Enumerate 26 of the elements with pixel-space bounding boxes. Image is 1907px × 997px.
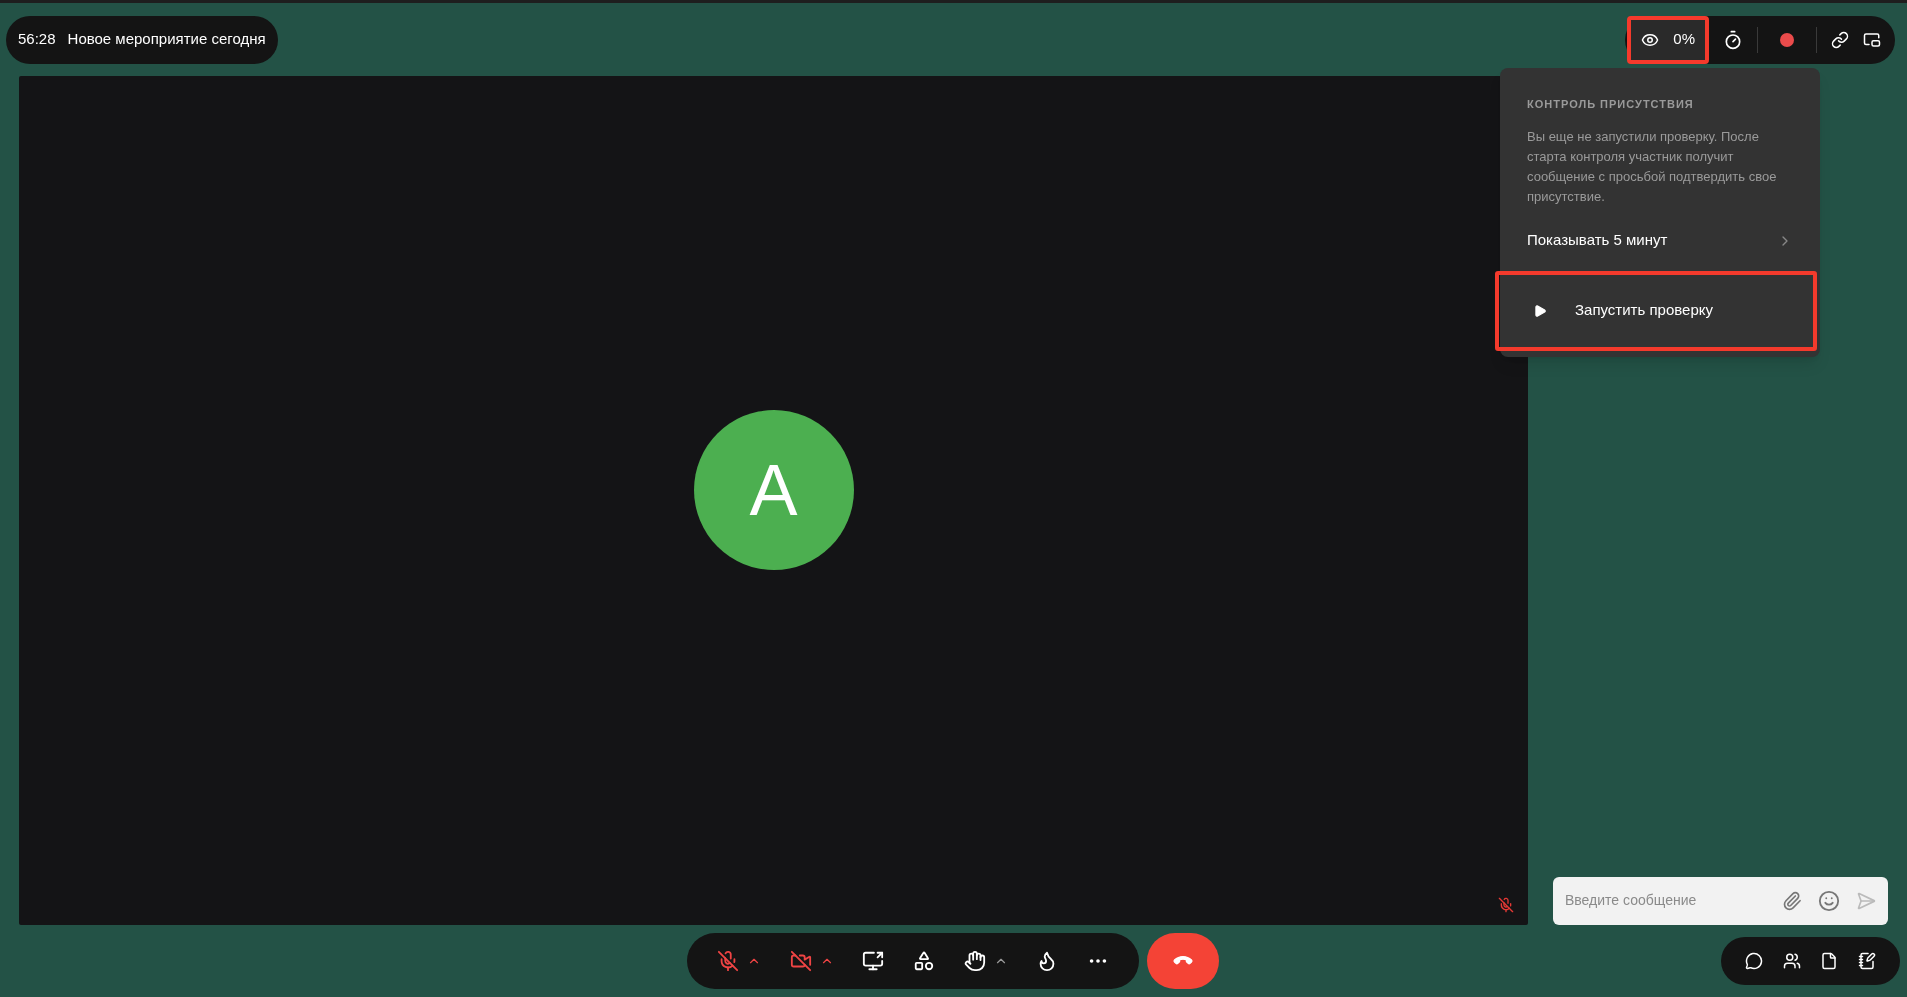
camera-off-icon[interactable] [789,949,812,972]
file-icon[interactable] [1820,951,1839,970]
chat-icon[interactable] [1744,951,1763,970]
play-icon [1533,303,1547,318]
shapes-icon[interactable] [912,949,935,972]
presence-button[interactable]: 0% [1627,15,1709,64]
mic-off-icon[interactable] [717,949,740,972]
message-bar[interactable]: Введите сообщение [1553,876,1888,925]
meeting-timer: 56:28 [18,29,56,50]
picture-in-picture-icon[interactable] [1863,30,1881,49]
emoji-icon[interactable] [1818,889,1840,912]
popover-description: Вы еще не запустили проверку. После старта контроля участник получит сообщение с просьбой подтвердить свое присутствие. [1526,127,1778,206]
notes-icon[interactable] [1858,951,1877,970]
hand-icon[interactable] [963,949,986,972]
timer-icon[interactable] [1723,29,1743,50]
record-button[interactable] [1780,32,1794,47]
avatar: A [693,410,854,571]
popover-heading: КОНТРОЛЬ ПРИСУТСТВИЯ [1526,97,1695,112]
screen-share-icon[interactable] [862,949,885,972]
paperclip-icon[interactable] [1782,890,1802,911]
participants-icon[interactable] [1782,951,1801,970]
link-icon[interactable] [1831,30,1849,49]
message-field[interactable]: Введите сообщение [1565,890,1766,912]
start-check-button[interactable]: Запустить проверку [1495,270,1817,351]
meeting-title: Новое мероприятие сегодня [67,29,266,50]
duration-option[interactable]: Показывать 5 минут [1500,220,1820,261]
